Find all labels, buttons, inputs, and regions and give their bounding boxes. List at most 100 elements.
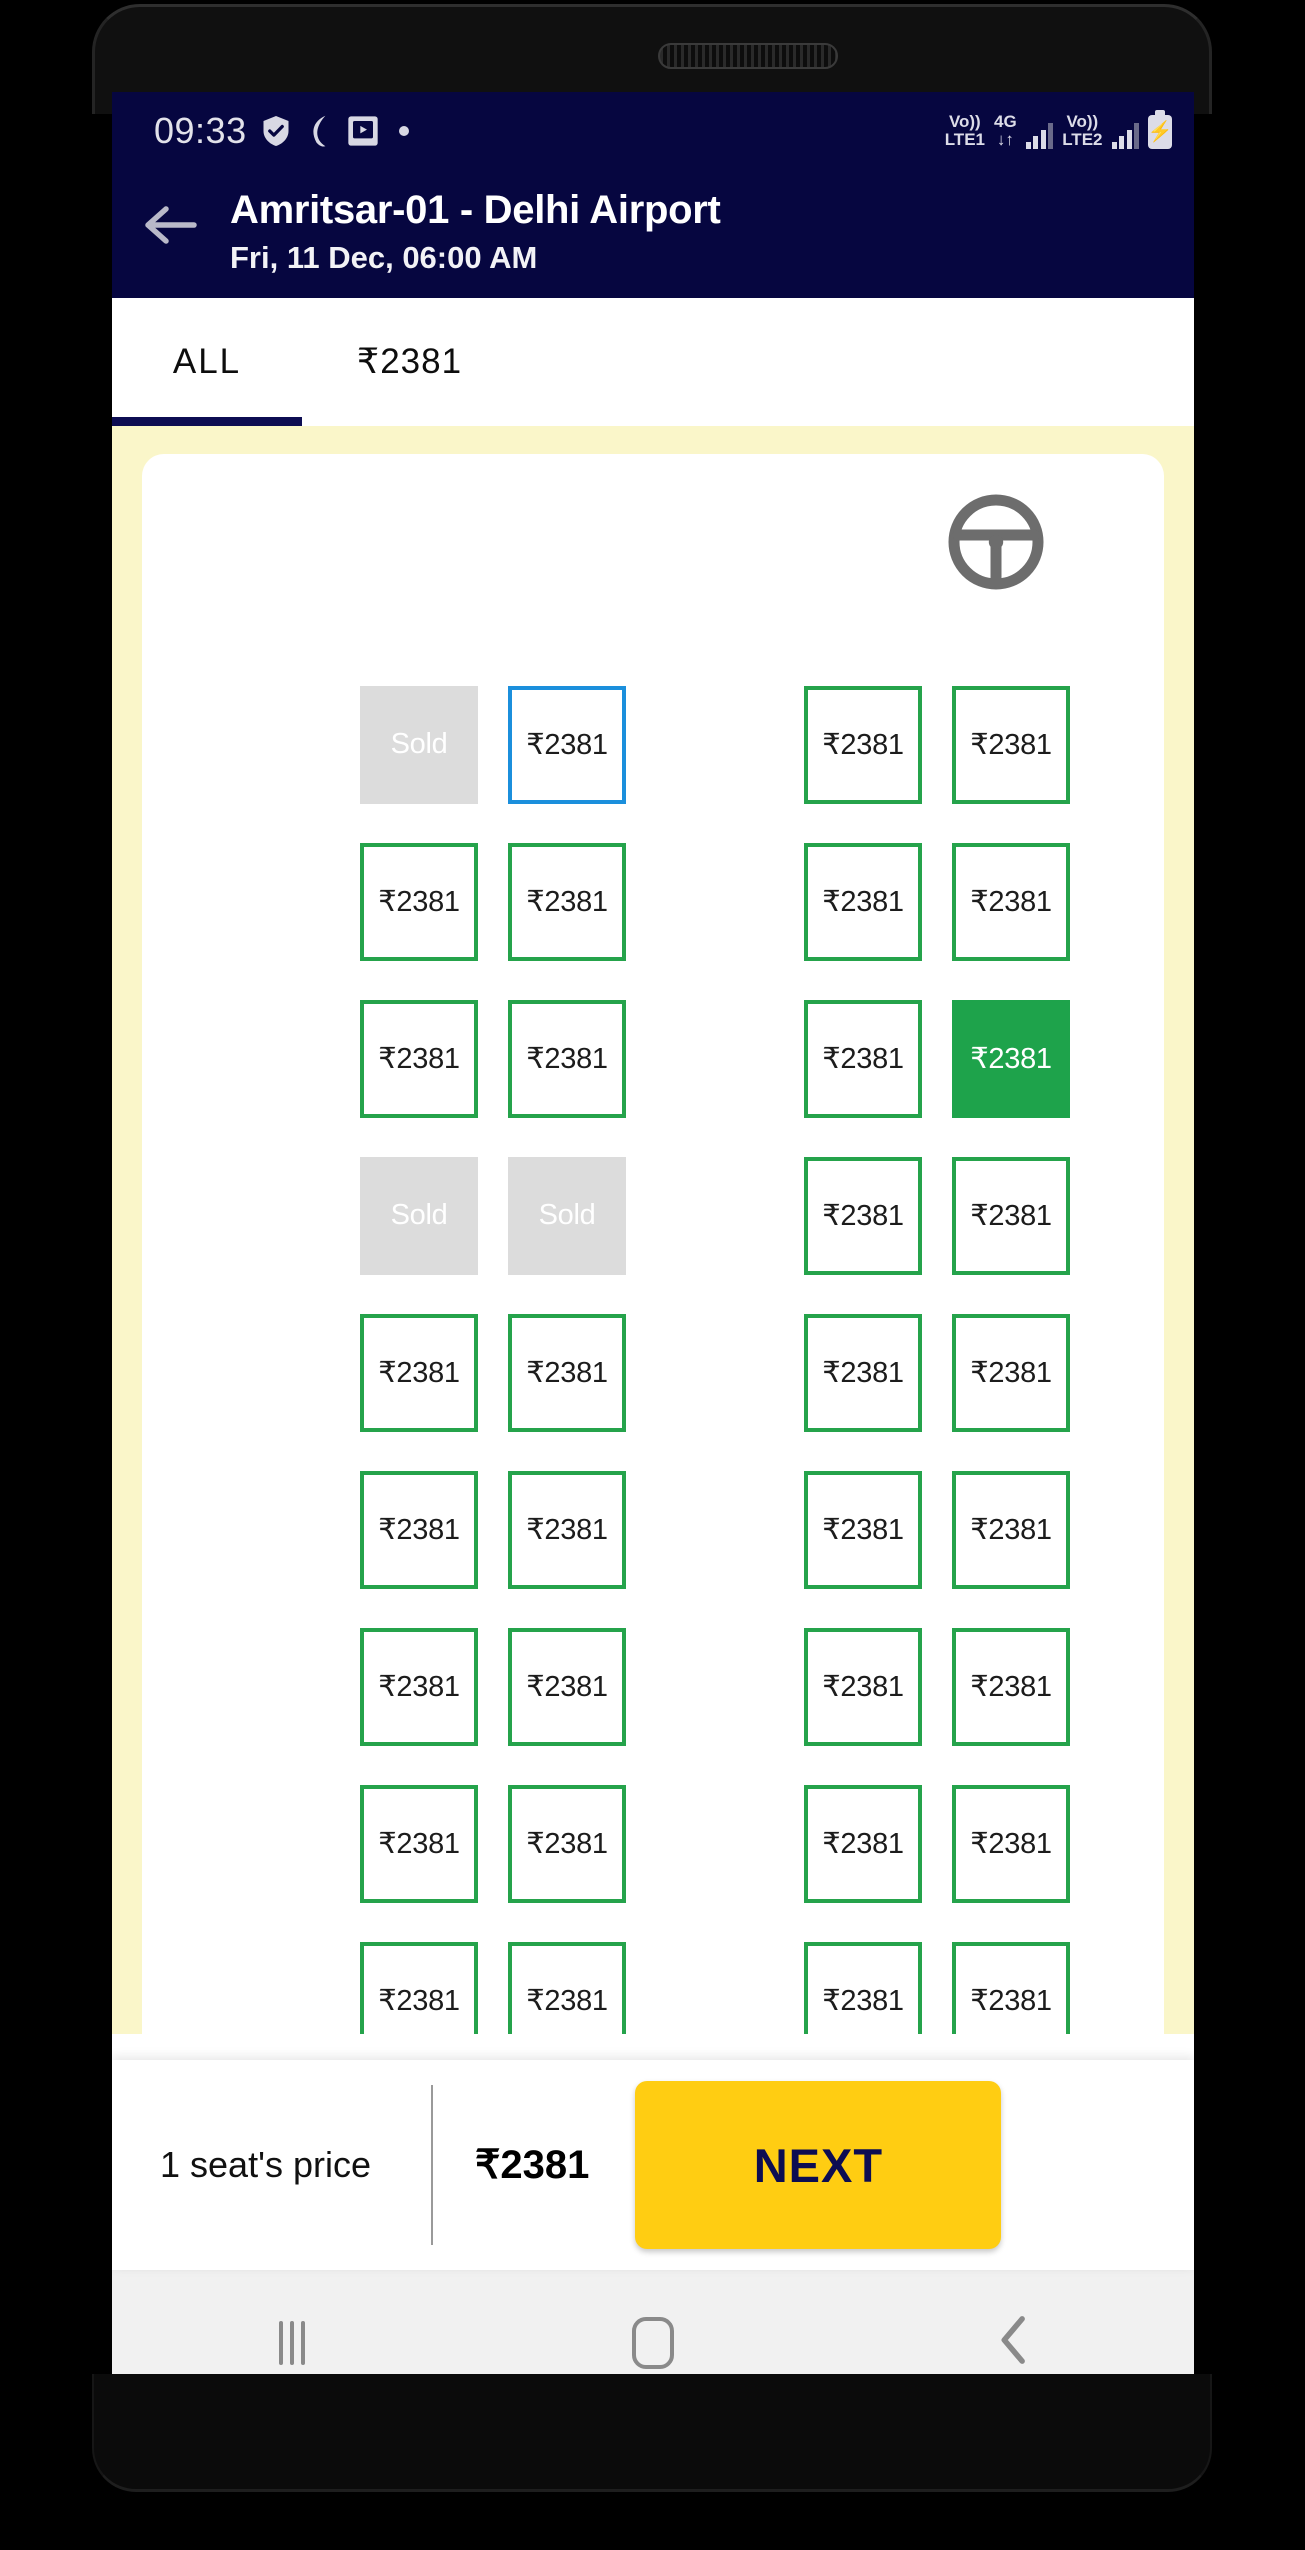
status-bar-left-cluster: 09:33 xyxy=(154,110,409,152)
seat-row: ₹2381 ₹2381 ₹2381 ₹2381 xyxy=(360,823,1100,980)
seat-available[interactable]: ₹2381 xyxy=(360,1470,478,1589)
seat-available[interactable]: ₹2381 xyxy=(804,999,922,1118)
seat-available[interactable]: ₹2381 xyxy=(360,1313,478,1432)
data-transfer-arrows-icon: ↓↑ xyxy=(996,130,1014,149)
sim1-volte-bottom: LTE1 xyxy=(944,130,985,149)
recents-icon xyxy=(279,2320,306,2365)
seat-aisle-gap xyxy=(656,843,774,961)
seat-available[interactable]: ₹2381 xyxy=(952,1941,1070,2034)
network-type-indicator: 4G ↓↑ xyxy=(994,113,1017,149)
seat-available[interactable]: ₹2381 xyxy=(804,842,922,961)
seat-row: ₹2381 ₹2381 ₹2381 ₹2381 xyxy=(360,1922,1100,2034)
tab-price[interactable]: ₹2381 xyxy=(302,298,517,426)
seat-available[interactable]: ₹2381 xyxy=(952,685,1070,804)
phone-screen: 09:33 Vo)) LTE1 4G ↓↑ Vo)) LTE2 ⚡ Amrits… xyxy=(112,92,1194,2415)
seat-row: ₹2381 ₹2381 ₹2381 ₹2381 xyxy=(360,1451,1100,1608)
seat-sold: Sold xyxy=(360,1156,478,1275)
seat-aisle-gap xyxy=(656,1157,774,1275)
next-button[interactable]: NEXT xyxy=(635,2081,1002,2249)
earpiece-speaker xyxy=(658,43,838,69)
back-button[interactable] xyxy=(112,180,230,253)
seat-row: ₹2381 ₹2381 ₹2381 ₹2381 xyxy=(360,1765,1100,1922)
seat-available[interactable]: ₹2381 xyxy=(804,685,922,804)
seat-available[interactable]: ₹2381 xyxy=(508,1470,626,1589)
seat-aisle-gap xyxy=(656,686,774,804)
moon-icon xyxy=(305,114,333,148)
seat-available[interactable]: ₹2381 xyxy=(804,1941,922,2034)
seat-available[interactable]: ₹2381 xyxy=(804,1784,922,1903)
seat-available[interactable]: ₹2381 xyxy=(952,1313,1070,1432)
seat-aisle-gap xyxy=(656,1628,774,1746)
sim1-volte-top: Vo)) xyxy=(948,112,981,131)
seat-row: Sold Sold ₹2381 ₹2381 xyxy=(360,1137,1100,1294)
network-type-label: 4G xyxy=(994,112,1017,131)
seat-aisle-gap xyxy=(656,1785,774,1903)
seat-available[interactable]: ₹2381 xyxy=(952,842,1070,961)
seat-row: ₹2381 ₹2381 ₹2381 ₹2381 xyxy=(360,1608,1100,1765)
seat-available[interactable]: ₹2381 xyxy=(804,1313,922,1432)
seat-available[interactable]: ₹2381 xyxy=(360,1941,478,2034)
seat-available[interactable]: ₹2381 xyxy=(508,1627,626,1746)
app-bar-text-block: Amritsar-01 - Delhi Airport Fri, 11 Dec,… xyxy=(230,180,721,278)
seat-available[interactable]: ₹2381 xyxy=(508,842,626,961)
sim2-signal-bars-icon xyxy=(1111,123,1139,149)
battery-charging-glyph: ⚡ xyxy=(1147,121,1173,143)
seat-available[interactable]: ₹2381 xyxy=(508,1941,626,2034)
seat-sold: Sold xyxy=(508,1156,626,1275)
seat-aisle-gap xyxy=(656,1471,774,1589)
total-price-value: ₹2381 xyxy=(474,2143,590,2187)
seat-available[interactable]: ₹2381 xyxy=(508,1313,626,1432)
phone-frame: 09:33 Vo)) LTE1 4G ↓↑ Vo)) LTE2 ⚡ Amrits… xyxy=(0,0,1305,2550)
seat-row: ₹2381 ₹2381 ₹2381 ₹2381 xyxy=(360,1294,1100,1451)
seat-available[interactable]: ₹2381 xyxy=(508,1784,626,1903)
seat-map-area: Sold ₹2381 ₹2381 ₹2381 ₹2381 ₹2381 ₹2381 ₹2381 ₹… xyxy=(112,426,1194,2034)
screenshot-icon xyxy=(347,115,379,147)
seat-available[interactable]: ₹2381 xyxy=(508,999,626,1118)
arrow-left-icon xyxy=(142,202,200,253)
battery-charging-icon: ⚡ xyxy=(1147,110,1173,149)
bottom-bar-divider xyxy=(430,2085,433,2245)
status-clock: 09:33 xyxy=(154,110,247,151)
app-bar: Amritsar-01 - Delhi Airport Fri, 11 Dec,… xyxy=(112,170,1194,298)
sim1-volte-indicator: Vo)) LTE1 xyxy=(945,113,985,149)
tab-all[interactable]: ALL xyxy=(112,298,302,426)
seat-available[interactable]: ₹2381 xyxy=(952,1627,1070,1746)
seat-row: Sold ₹2381 ₹2381 ₹2381 xyxy=(360,666,1100,823)
back-chevron-icon xyxy=(997,2314,1031,2371)
seat-available[interactable]: ₹2381 xyxy=(804,1156,922,1275)
steering-wheel-icon xyxy=(948,494,1044,595)
seat-available[interactable]: ₹2381 xyxy=(804,1470,922,1589)
seat-aisle-gap xyxy=(656,1942,774,2035)
seat-selected[interactable]: ₹2381 xyxy=(952,999,1070,1118)
sim2-volte-bottom: LTE2 xyxy=(1062,130,1103,149)
bottom-action-bar: 1 seat's price ₹2381 NEXT xyxy=(112,2060,1194,2270)
seat-map-card: Sold ₹2381 ₹2381 ₹2381 ₹2381 ₹2381 ₹2381 ₹2381 ₹… xyxy=(142,454,1164,2034)
page-title: Amritsar-01 - Delhi Airport xyxy=(230,188,721,232)
seat-available[interactable]: ₹2381 xyxy=(804,1627,922,1746)
home-icon xyxy=(631,2316,674,2369)
seat-available[interactable]: ₹2381 xyxy=(952,1784,1070,1903)
seat-available[interactable]: ₹2381 xyxy=(360,999,478,1118)
tab-bar: ALL ₹2381 xyxy=(112,298,1194,426)
seat-available[interactable]: ₹2381 xyxy=(952,1470,1070,1589)
seat-aisle-gap xyxy=(656,1000,774,1118)
sim1-signal-bars-icon xyxy=(1025,123,1054,149)
seat-available[interactable]: ₹2381 xyxy=(360,1784,478,1903)
seat-grid: Sold ₹2381 ₹2381 ₹2381 ₹2381 ₹2381 ₹2381 ₹2381 ₹… xyxy=(360,666,1100,2034)
status-bar: 09:33 Vo)) LTE1 4G ↓↑ Vo)) LTE2 ⚡ xyxy=(112,92,1194,170)
shield-icon xyxy=(261,114,291,148)
seat-sold: Sold xyxy=(360,685,478,804)
seat-available[interactable]: ₹2381 xyxy=(360,842,478,961)
seat-available[interactable]: ₹2381 xyxy=(952,1156,1070,1275)
status-bar-right-cluster: Vo)) LTE1 4G ↓↑ Vo)) LTE2 ⚡ xyxy=(945,110,1173,149)
seat-highlight[interactable]: ₹2381 xyxy=(508,685,626,804)
dot-icon xyxy=(398,126,409,136)
seat-row: ₹2381 ₹2381 ₹2381 ₹2381 xyxy=(360,980,1100,1137)
seat-available[interactable]: ₹2381 xyxy=(360,1627,478,1746)
seat-count-label: 1 seat's price xyxy=(160,2144,371,2185)
seat-aisle-gap xyxy=(656,1314,774,1432)
sim2-volte-indicator: Vo)) LTE2 xyxy=(1062,113,1102,149)
page-subtitle: Fri, 11 Dec, 06:00 AM xyxy=(230,240,538,275)
sim2-volte-top: Vo)) xyxy=(1066,112,1099,131)
phone-bezel-bottom xyxy=(92,2374,1212,2492)
